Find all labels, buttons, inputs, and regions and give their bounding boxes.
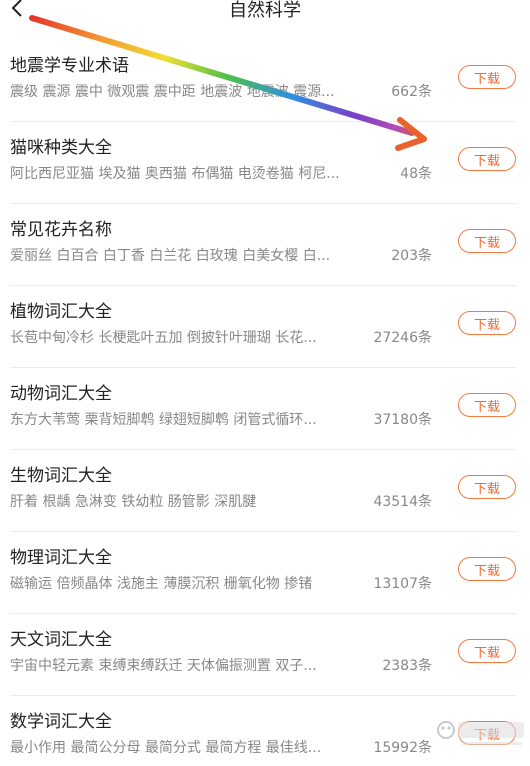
wordbook-list: 地震学专业术语 震级 震源 震中 微观震 震中距 地震波 地震波 震源... 6… <box>0 40 530 766</box>
download-button[interactable]: 下载 <box>458 65 516 89</box>
list-item-count: 37180条 <box>373 412 432 428</box>
download-button[interactable]: 下载 <box>458 147 516 171</box>
header-bar: 自然科学 <box>0 0 530 26</box>
list-item-words: 磁输运 倍频晶体 浅施主 薄膜沉积 栅氧化物 掺锗 <box>10 576 313 592</box>
page-title: 自然科学 <box>229 0 301 21</box>
list-item-count: 203条 <box>391 248 432 264</box>
list-item[interactable]: 猫咪种类大全 阿比西尼亚猫 埃及猫 奥西猫 布偶猫 电烫卷猫 柯尼... 48条… <box>10 122 516 204</box>
download-button[interactable]: 下载 <box>458 229 516 253</box>
list-item-count: 48条 <box>400 166 432 182</box>
list-item-words: 爱丽丝 白百合 白丁香 白兰花 白玫瑰 白美女樱 白... <box>10 248 331 264</box>
download-button[interactable]: 下载 <box>458 721 516 745</box>
list-item-title: 物理词汇大全 <box>10 548 112 568</box>
list-item-words: 阿比西尼亚猫 埃及猫 奥西猫 布偶猫 电烫卷猫 柯尼... <box>10 166 340 182</box>
list-item[interactable]: 地震学专业术语 震级 震源 震中 微观震 震中距 地震波 地震波 震源... 6… <box>10 40 516 122</box>
list-item-title: 常见花卉名称 <box>10 220 112 240</box>
list-item-title: 数学词汇大全 <box>10 712 112 732</box>
list-item-title: 猫咪种类大全 <box>10 138 112 158</box>
list-item-title: 生物词汇大全 <box>10 466 112 486</box>
list-item-title: 地震学专业术语 <box>10 56 129 76</box>
list-item[interactable]: 生物词汇大全 肝着 根龋 急淋变 铁幼粒 肠管影 深肌腱 43514条 下载 <box>10 450 516 532</box>
list-item[interactable]: 物理词汇大全 磁输运 倍频晶体 浅施主 薄膜沉积 栅氧化物 掺锗 13107条 … <box>10 532 516 614</box>
list-item-words: 震级 震源 震中 微观震 震中距 地震波 地震波 震源... <box>10 84 335 100</box>
list-item[interactable]: 数学词汇大全 最小作用 最简公分母 最简分式 最简方程 最佳线... 15992… <box>10 696 516 766</box>
list-item-count: 662条 <box>391 84 432 100</box>
download-button[interactable]: 下载 <box>458 639 516 663</box>
download-button[interactable]: 下载 <box>458 393 516 417</box>
list-item-words: 宇宙中轻元素 束缚束缚跃迁 天体偏振测置 双子... <box>10 658 317 674</box>
list-item-words: 最小作用 最简公分母 最简分式 最简方程 最佳线... <box>10 740 322 756</box>
list-item-words: 肝着 根龋 急淋变 铁幼粒 肠管影 深肌腱 <box>10 494 257 510</box>
list-item[interactable]: 天文词汇大全 宇宙中轻元素 束缚束缚跃迁 天体偏振测置 双子... 2383条 … <box>10 614 516 696</box>
list-item-words: 长苞中甸冷杉 长梗匙叶五加 倒披针叶珊瑚 长花... <box>10 330 317 346</box>
list-item[interactable]: 动物词汇大全 东方大苇莺 栗背短脚鹎 绿翅短脚鹎 闭管式循环... 37180条… <box>10 368 516 450</box>
download-button[interactable]: 下载 <box>458 311 516 335</box>
list-item[interactable]: 植物词汇大全 长苞中甸冷杉 长梗匙叶五加 倒披针叶珊瑚 长花... 27246条… <box>10 286 516 368</box>
list-item-count: 43514条 <box>373 494 432 510</box>
download-button[interactable]: 下载 <box>458 475 516 499</box>
list-item-count: 13107条 <box>373 576 432 592</box>
list-item[interactable]: 常见花卉名称 爱丽丝 白百合 白丁香 白兰花 白玫瑰 白美女樱 白... 203… <box>10 204 516 286</box>
download-button[interactable]: 下载 <box>458 557 516 581</box>
list-item-title: 植物词汇大全 <box>10 302 112 322</box>
list-item-count: 2383条 <box>382 658 432 674</box>
list-item-title: 动物词汇大全 <box>10 384 112 404</box>
list-item-count: 27246条 <box>373 330 432 346</box>
list-item-words: 东方大苇莺 栗背短脚鹎 绿翅短脚鹎 闭管式循环... <box>10 412 317 428</box>
list-item-count: 15992条 <box>373 740 432 756</box>
list-item-title: 天文词汇大全 <box>10 630 112 650</box>
